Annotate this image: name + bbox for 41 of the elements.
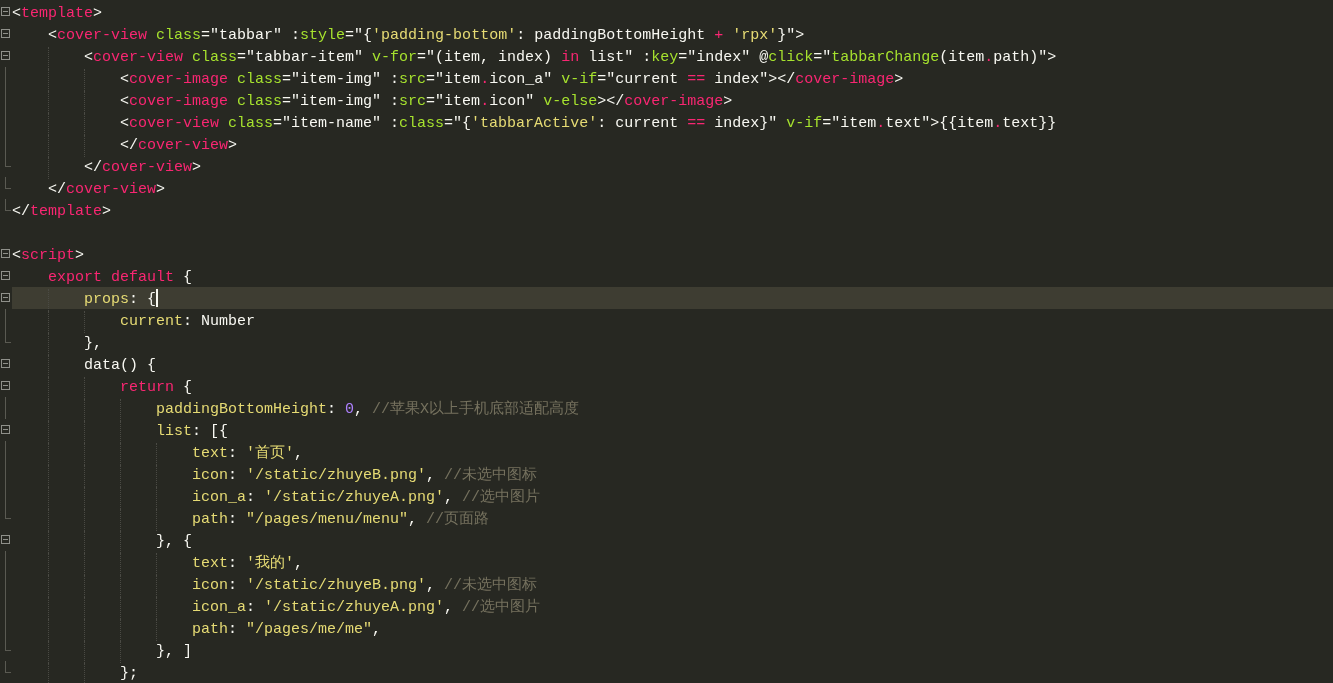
code-line: }, { bbox=[12, 531, 192, 553]
code-line: </cover-view> bbox=[12, 135, 238, 157]
code-line: </cover-view> bbox=[12, 157, 202, 179]
fold-icon[interactable] bbox=[1, 29, 10, 38]
code-line: <cover-image class="item-img" :src="item.icon" v-else></cover-image> bbox=[12, 91, 733, 113]
code-line: icon_a: '/static/zhuyeA.png', //选中图片 bbox=[12, 597, 541, 619]
code-line: path: "/pages/menu/menu", //页面路 bbox=[12, 509, 490, 531]
code-line: paddingBottomHeight: 0, //苹果X以上手机底部适配高度 bbox=[12, 399, 580, 421]
fold-icon[interactable] bbox=[1, 359, 10, 368]
code-line: current: Number bbox=[12, 311, 256, 333]
code-line: export default { bbox=[47, 268, 193, 288]
code-line: }, ] bbox=[12, 641, 192, 663]
code-line: icon_a: '/static/zhuyeA.png', //选中图片 bbox=[12, 487, 541, 509]
code-line: </template> bbox=[12, 202, 112, 222]
code-line: <cover-view class="tabbar-item" v-for="(item, index) in list" :key="index" @click="tabbarChange(item.path)"> bbox=[12, 47, 1057, 69]
code-line: <cover-view class="tabbar" :style="{'padding-bottom': paddingBottomHeight + 'rpx'}"> bbox=[47, 26, 805, 46]
fold-icon[interactable] bbox=[1, 249, 10, 258]
code-line: text: '首页', bbox=[12, 443, 304, 465]
fold-icon[interactable] bbox=[1, 271, 10, 280]
code-line: <template> bbox=[12, 4, 103, 24]
code-line: return { bbox=[12, 377, 193, 399]
code-line: icon: '/static/zhuyeB.png', //未选中图标 bbox=[12, 465, 538, 487]
code-line: <script> bbox=[12, 246, 85, 266]
code-line: props: { bbox=[12, 289, 157, 311]
code-line: }, bbox=[12, 333, 102, 355]
code-line: icon: '/static/zhuyeB.png', //未选中图标 bbox=[12, 575, 538, 597]
fold-icon[interactable] bbox=[1, 535, 10, 544]
code-line: }; bbox=[12, 663, 138, 683]
fold-icon[interactable] bbox=[1, 51, 10, 60]
code-line: <cover-view class="item-name" :class="{'tabbarActive': current == index}" v-if="item.text">{{item.text}} bbox=[12, 113, 1057, 135]
fold-icon[interactable] bbox=[1, 293, 10, 302]
text-cursor bbox=[156, 289, 159, 307]
fold-icon[interactable] bbox=[1, 7, 10, 16]
code-line: </cover-view> bbox=[47, 180, 166, 200]
fold-icon[interactable] bbox=[1, 425, 10, 434]
code-line: text: '我的', bbox=[12, 553, 304, 575]
code-line: path: "/pages/me/me", bbox=[12, 619, 382, 641]
code-line: data() { bbox=[12, 355, 156, 377]
code-line: <cover-image class="item-img" :src="item.icon_a" v-if="current == index"></cover-image> bbox=[12, 69, 904, 91]
fold-icon[interactable] bbox=[1, 381, 10, 390]
code-line: list: [{ bbox=[12, 421, 229, 443]
